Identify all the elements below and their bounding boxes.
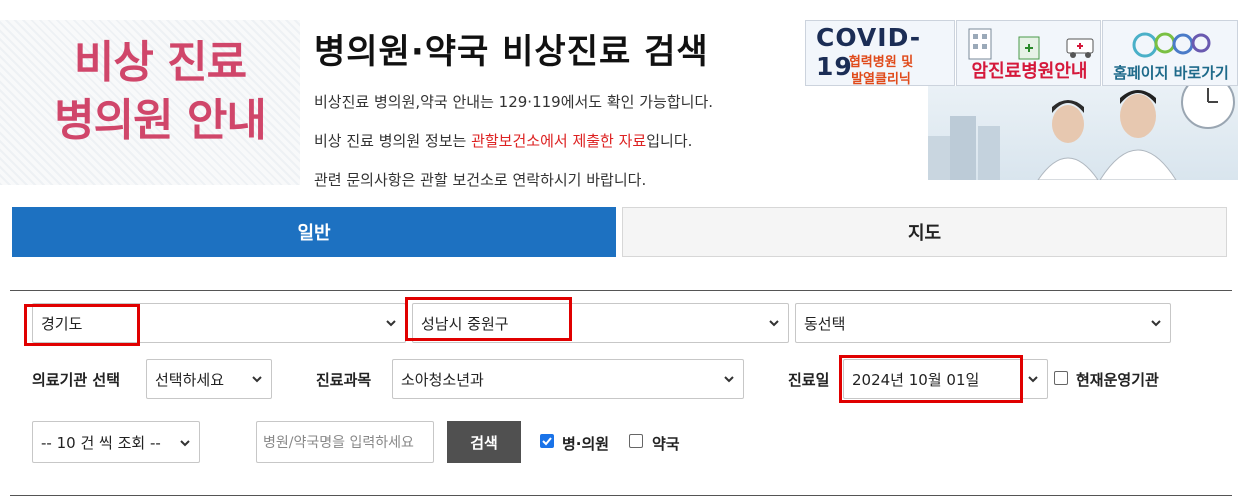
doctors-illustration xyxy=(928,86,1235,180)
search-button[interactable]: 검색 xyxy=(447,421,521,463)
hospital-label: 병·의원 xyxy=(562,435,610,453)
institution-label: 의료기관 선택 xyxy=(32,371,121,389)
notice-line-2: 비상 진료 병의원 정보는 관할보건소에서 제출한 자료입니다. xyxy=(314,130,692,151)
page-size-select[interactable]: -- 10 건 씩 조회 -- xyxy=(32,421,200,463)
notice-line-1: 비상진료 병의원,약국 안내는 129·119에서도 확인 가능합니다. xyxy=(314,93,714,111)
chevron-down-icon xyxy=(769,320,779,327)
pharmacy-label: 약국 xyxy=(652,435,680,453)
dong-select[interactable]: 동선택 xyxy=(795,303,1171,343)
chevron-down-icon xyxy=(252,376,262,383)
date-select-value: 2024년 10월 01일 xyxy=(852,370,980,389)
doctors-image xyxy=(928,86,1238,180)
city-select-value: 성남시 중원구 xyxy=(421,314,509,333)
notice-line-2-post: 입니다. xyxy=(646,132,693,150)
province-select[interactable]: 경기도 xyxy=(32,303,406,343)
notice-line-2-highlight: 관할보건소에서 제출한 자료 xyxy=(471,132,647,150)
homepage-banner[interactable]: 홈페이지 바로가기 xyxy=(1102,20,1238,86)
chevron-down-icon xyxy=(1151,320,1161,327)
covid-sub2: 발열클리닉 xyxy=(851,72,911,86)
province-select-value: 경기도 xyxy=(41,314,83,333)
page-size-select-value: -- 10 건 씩 조회 -- xyxy=(41,433,161,452)
notice-line-3: 관련 문의사항은 관할 보건소로 연락하시기 바랍니다. xyxy=(314,171,647,189)
date-label: 진료일 xyxy=(788,371,830,389)
divider-top xyxy=(10,290,1232,291)
tab-general[interactable]: 일반 xyxy=(12,207,616,257)
divider-bottom xyxy=(10,495,1232,496)
department-label: 진료과목 xyxy=(316,371,372,389)
cancer-banner-label: 암진료병원안내 xyxy=(971,61,1088,82)
tab-map[interactable]: 지도 xyxy=(622,207,1227,257)
chevron-down-icon xyxy=(724,376,734,383)
pharmacy-checkbox[interactable] xyxy=(629,434,643,448)
page-title: 병의원·약국 비상진료 검색 xyxy=(314,32,709,72)
hospital-checkbox[interactable] xyxy=(540,434,554,448)
search-input[interactable]: 병원/약국명을 입력하세요 xyxy=(256,421,434,463)
operating-label: 현재운영기관 xyxy=(1076,371,1159,389)
department-select[interactable]: 소아청소년과 xyxy=(392,359,744,399)
covid-clinic-banner[interactable]: COVID-19 협력병원 및 발열클리닉 xyxy=(805,20,955,86)
banner-title-line2: 병의원 안내 xyxy=(54,95,267,146)
chevron-down-icon xyxy=(386,320,396,327)
chevron-down-icon xyxy=(180,440,190,447)
search-input-placeholder: 병원/약국명을 입력하세요 xyxy=(263,435,414,451)
operating-checkbox[interactable] xyxy=(1054,371,1068,385)
check-icon xyxy=(542,437,552,446)
chevron-down-icon xyxy=(1028,376,1038,383)
department-select-value: 소아청소년과 xyxy=(401,370,484,389)
institution-select-value: 선택하세요 xyxy=(155,370,225,389)
banner-title-line1: 비상 진료 xyxy=(73,37,247,88)
cancer-hospital-banner[interactable]: 암진료병원안내 xyxy=(956,20,1101,86)
city-select[interactable]: 성남시 중원구 xyxy=(412,303,789,343)
homepage-logo-icon xyxy=(1132,32,1211,58)
notice-line-2-pre: 비상 진료 병의원 정보는 xyxy=(314,132,472,150)
dong-select-value: 동선택 xyxy=(804,314,846,333)
homepage-banner-label: 홈페이지 바로가기 xyxy=(1113,64,1229,82)
institution-select[interactable]: 선택하세요 xyxy=(146,359,272,399)
date-select[interactable]: 2024년 10월 01일 xyxy=(843,359,1048,399)
banner-title: 비상 진료 병의원 안내 xyxy=(40,34,280,150)
